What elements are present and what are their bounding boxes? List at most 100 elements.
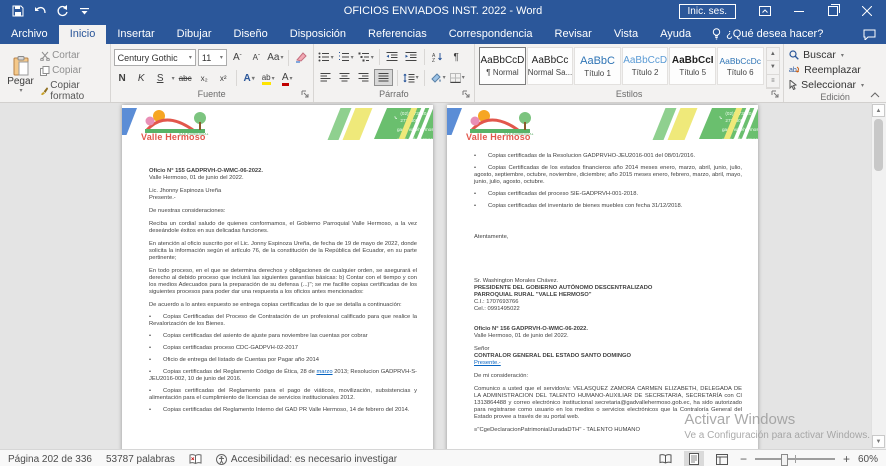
dialog-launcher-icon[interactable] [771,90,779,98]
font-family-select[interactable]: Century Gothic▾ [114,49,196,66]
zoom-out-button[interactable]: − [740,452,747,466]
accessibility-status[interactable]: Accesibilidad: es necesario investigar [216,454,397,465]
tab-correspondencia[interactable]: Correspondencia [438,25,544,44]
strikethrough-button[interactable]: abc [177,71,194,86]
zoom-slider[interactable] [755,458,835,460]
scroll-down-icon[interactable]: ▼ [872,435,885,448]
tab-diseno[interactable]: Diseño [223,25,279,44]
document-page-1[interactable]: Valle Hermoso GAD PARROQUIAL (02)2773220… [122,105,433,449]
hyperlink[interactable]: marzo [316,369,332,375]
increase-indent-button[interactable] [403,50,420,65]
shading-button[interactable]: ▾ [429,70,447,85]
style-titulo-1[interactable]: AaBbC Título 1 [574,47,621,85]
align-center-button[interactable] [336,70,353,85]
align-right-button[interactable] [355,70,372,85]
close-button[interactable] [852,1,882,21]
ribbon-display-options-icon[interactable] [750,1,780,21]
chevron-down-icon[interactable]: ▾ [172,75,175,82]
page-indicator[interactable]: Página 202 de 336 [8,454,92,465]
bullet-item: Copias certificadas del inventario de bi… [474,203,742,210]
copy-button[interactable]: Copiar [38,64,107,77]
word-count[interactable]: 53787 palabras [106,454,175,465]
gallery-up-icon[interactable]: ▲ [767,48,780,61]
format-painter-button[interactable]: Copiar formato [38,79,107,103]
zoom-slider-thumb[interactable] [781,454,788,466]
read-mode-icon[interactable] [656,451,676,466]
style-titulo-2[interactable]: AaBbCcD Título 2 [622,47,669,85]
shrink-font-button[interactable]: Aˇ [248,50,265,65]
cursor-arrow-icon [789,80,797,90]
select-button[interactable]: Seleccionar▾ [787,78,866,92]
customize-qat-icon[interactable] [76,3,92,19]
text-effects-button[interactable]: A▾ [241,71,258,86]
style-titulo-6[interactable]: AaBbCcDc Título 6 [717,47,764,85]
dialog-launcher-icon[interactable] [462,90,470,98]
style-normal-sa[interactable]: AaBbCc Normal Sa... [527,47,574,85]
proofing-icon[interactable] [189,454,202,465]
undo-icon[interactable] [32,3,48,19]
tab-revisar[interactable]: Revisar [544,25,603,44]
find-button[interactable]: Buscar▾ [787,48,866,62]
dialog-launcher-icon[interactable] [301,90,309,98]
tab-dibujar[interactable]: Dibujar [166,25,223,44]
zoom-in-button[interactable]: + [843,452,850,466]
collapse-ribbon-icon[interactable] [870,92,880,98]
vertical-scrollbar[interactable]: ▲ ▼ [871,103,886,449]
numbered-list-button[interactable]: ▾ [337,50,355,65]
save-icon[interactable] [10,3,26,19]
style-normal[interactable]: AaBbCcD ¶ Normal [479,47,526,85]
gallery-more-icon[interactable]: ≡ [767,75,780,88]
sort-button[interactable]: AZ [429,50,446,65]
hyperlink[interactable]: Presente.- [474,360,501,366]
print-layout-icon[interactable] [684,451,704,466]
underline-button[interactable]: S [152,71,169,86]
highlight-color-button[interactable]: ab▾ [260,71,277,86]
word-window: OFICIOS ENVIADOS INST. 2022 - Word Inic.… [0,0,886,466]
grow-font-button[interactable]: Aˆ [229,50,246,65]
justify-button[interactable] [374,69,393,86]
document-page-2[interactable]: Valle Hermoso GAD PARROQUIAL (02)2773220… [447,105,758,449]
tab-disposicion[interactable]: Disposición [279,25,357,44]
borders-button[interactable]: ▾ [449,70,466,85]
align-left-button[interactable] [317,70,334,85]
paste-button[interactable]: Pegar ▾ [3,46,38,103]
superscript-button[interactable]: x² [215,71,232,86]
replace-button[interactable]: ab Reemplazar [787,63,866,77]
decrease-indent-button[interactable] [384,50,401,65]
tab-referencias[interactable]: Referencias [357,25,438,44]
change-case-button[interactable]: Aa▾ [267,50,284,65]
cut-button[interactable]: Cortar [38,49,107,62]
scroll-up-icon[interactable]: ▲ [872,104,885,117]
italic-button[interactable]: K [133,71,150,86]
subscript-button[interactable]: x₂ [196,71,213,86]
minimize-button[interactable] [784,1,814,21]
web-layout-icon[interactable] [712,451,732,466]
gallery-down-icon[interactable]: ▼ [767,61,780,74]
tell-me-search[interactable]: ¿Qué desea hacer? [702,25,833,44]
styles-gallery-scroll[interactable]: ▲ ▼ ≡ [766,47,781,89]
bullet-list-button[interactable]: ▾ [317,50,335,65]
tab-ayuda[interactable]: Ayuda [649,25,702,44]
bullet-item: Oficio de entrega del listado de Cuentas… [149,357,417,364]
sign-in-button[interactable]: Inic. ses. [679,4,736,19]
tab-archivo[interactable]: Archivo [0,25,59,44]
show-marks-button[interactable]: ¶ [448,50,465,65]
tab-insertar[interactable]: Insertar [106,25,165,44]
comments-icon[interactable] [857,26,886,44]
tab-vista[interactable]: Vista [603,25,649,44]
bold-button[interactable]: N [114,71,131,86]
redo-icon[interactable] [54,3,70,19]
scrollbar-thumb[interactable] [874,119,883,171]
zoom-percentage[interactable]: 60% [858,454,878,465]
font-color-button[interactable]: A▾ [279,71,296,86]
clear-formatting-icon[interactable] [293,50,310,65]
tab-inicio[interactable]: Inicio [59,25,107,44]
restore-button[interactable] [818,1,848,21]
bullet-item: Copias Certificadas del Proceso de Contr… [149,314,417,328]
style-titulo-5[interactable]: AaBbCcI Título 5 [669,47,716,85]
document-canvas[interactable]: Valle Hermoso GAD PARROQUIAL (02)2773220… [0,103,886,449]
signer-name: Sr. Washington Morales Chávez. [474,278,742,285]
font-size-select[interactable]: 11▾ [198,49,227,66]
multilevel-list-button[interactable]: ▾ [357,50,375,65]
line-spacing-button[interactable]: ▾ [402,70,420,85]
